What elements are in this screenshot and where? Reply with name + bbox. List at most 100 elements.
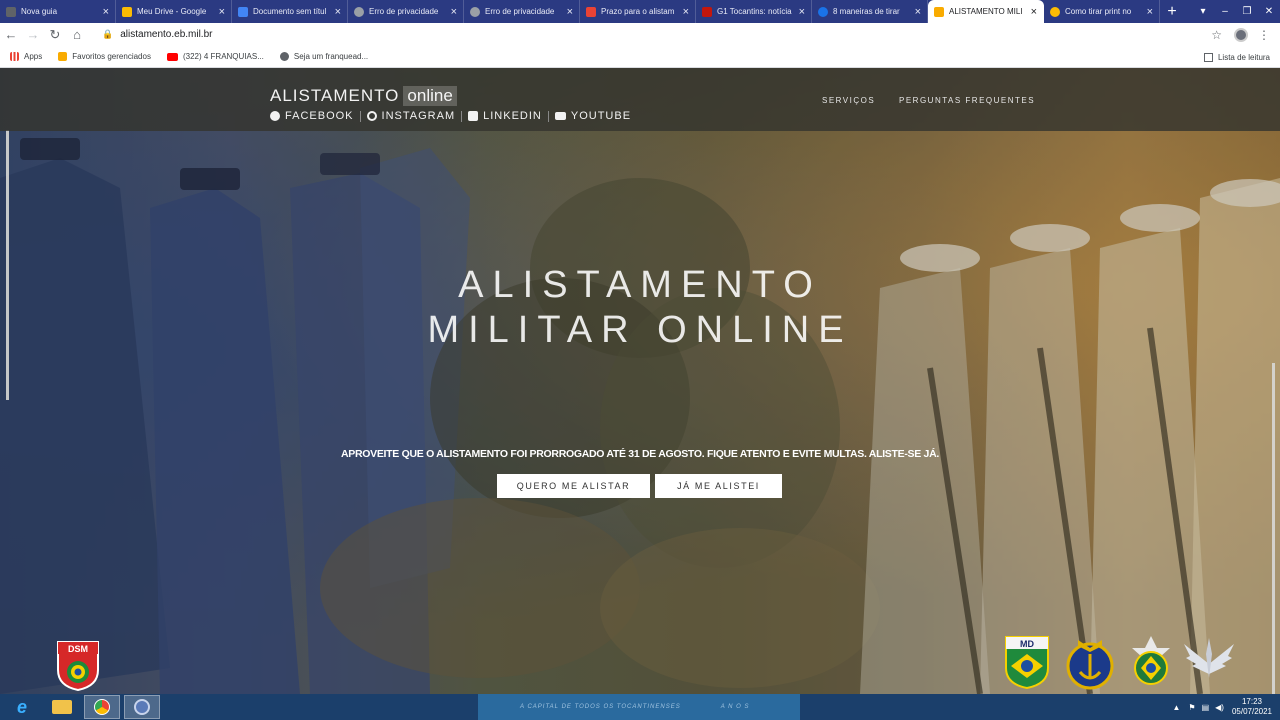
reading-list-icon (1203, 52, 1213, 62)
explorer-button[interactable] (44, 695, 80, 719)
globe-icon (279, 52, 289, 61)
md-emblem: MD (1005, 636, 1049, 690)
lock-icon[interactable]: 🔒 (102, 29, 113, 40)
tab-meu-drive[interactable]: Meu Drive - Google × (116, 0, 232, 23)
hero-title-line1: ALISTAMENTO (458, 264, 822, 306)
tab-search-icon[interactable]: ▾ (1192, 6, 1214, 17)
facebook-link[interactable]: FACEBOOK (270, 110, 354, 122)
tab-8-maneiras[interactable]: 8 maneiras de tirar × (812, 0, 928, 23)
nav-servicos[interactable]: SERVIÇOS (822, 96, 875, 105)
md-label: MD (1020, 639, 1034, 649)
site-header: ALISTAMENTO online FACEBOOK INSTAGRAM LI… (0, 68, 1280, 131)
close-icon[interactable]: × (567, 6, 573, 18)
tab-prazo[interactable]: Prazo para o alistam × (580, 0, 696, 23)
air-force-emblem (1184, 638, 1234, 678)
web-page: ALISTAMENTO online FACEBOOK INSTAGRAM LI… (0, 68, 1280, 694)
address-bar[interactable]: 🔒 alistamento.eb.mil.br (94, 25, 1184, 44)
minimize-icon[interactable]: – (1214, 6, 1236, 17)
back-icon[interactable]: ← (0, 27, 22, 42)
folder-icon (52, 700, 72, 714)
tab-g1[interactable]: G1 Tocantins: notícia × (696, 0, 812, 23)
apps-grid-icon (10, 52, 19, 61)
alistamento-icon (934, 6, 944, 17)
enlist-button[interactable]: QUERO ME ALISTAR (497, 474, 650, 498)
army-emblem (1132, 636, 1170, 685)
bookmark-franquias[interactable]: (322) 4 FRANQUIAS... (166, 52, 264, 61)
close-icon[interactable]: × (799, 6, 805, 18)
menu-kebab-icon[interactable]: ⋮ (1258, 28, 1270, 42)
tab-como-tirar[interactable]: Como tirar print no × (1044, 0, 1160, 23)
dsm-label: DSM (68, 644, 88, 654)
browser-toolbar: ← → ↻ ⌂ 🔒 alistamento.eb.mil.br ☆ ⋮ (0, 23, 1280, 46)
close-icon[interactable]: × (915, 6, 921, 18)
gmail-icon (586, 6, 596, 17)
system-tray: ▲ ⚑ ▤ ◀) 17:23 05/07/2021 (1172, 694, 1272, 720)
tab-favicon-icon (6, 6, 16, 17)
divider (547, 110, 549, 122)
site-logo[interactable]: ALISTAMENTO online (270, 86, 457, 106)
ie-icon: e (16, 696, 27, 717)
globe-icon (354, 6, 364, 17)
navy-emblem (1066, 640, 1114, 690)
new-tab-button[interactable]: + (1160, 0, 1184, 23)
url-text: alistamento.eb.mil.br (120, 29, 213, 40)
bookmark-apps[interactable]: Apps (10, 52, 42, 61)
g1-icon (702, 6, 712, 17)
close-window-icon[interactable]: ✕ (1258, 6, 1280, 17)
nav-perguntas-frequentes[interactable]: PERGUNTAS FREQUENTES (899, 96, 1035, 105)
reload-icon[interactable]: ↻ (44, 27, 66, 43)
close-icon[interactable]: × (1031, 6, 1037, 18)
close-icon[interactable]: × (451, 6, 457, 18)
close-icon[interactable]: × (335, 6, 341, 18)
volume-icon[interactable]: ◀) (1215, 703, 1224, 712)
site-icon (818, 6, 828, 17)
docs-icon (238, 6, 248, 17)
hero-title-line2: MILITAR ONLINE (427, 309, 853, 351)
globe-icon (470, 6, 480, 17)
tab-documento[interactable]: Documento sem títul × (232, 0, 348, 23)
bookmark-star-icon[interactable]: ☆ (1211, 28, 1222, 42)
app-button[interactable] (124, 695, 160, 719)
youtube-link[interactable]: YOUTUBE (554, 110, 631, 122)
dsm-emblem: DSM (57, 641, 99, 692)
forward-icon[interactable]: → (22, 27, 44, 42)
drive-icon (122, 6, 132, 17)
bookmark-franquead[interactable]: Seja um franquead... (279, 52, 368, 61)
youtube-icon (554, 112, 566, 120)
window-controls: ▾ – ❐ ✕ (1192, 0, 1280, 23)
tab-alistamento[interactable]: ALISTAMENTO MILI × (928, 0, 1044, 23)
tab-erro-2[interactable]: Erro de privacidade × (464, 0, 580, 23)
close-icon[interactable]: × (103, 6, 109, 18)
ie-button[interactable]: e (4, 695, 40, 719)
linkedin-icon (468, 111, 479, 121)
chrome-button[interactable] (84, 695, 120, 719)
home-icon[interactable]: ⌂ (66, 27, 88, 42)
instagram-link[interactable]: INSTAGRAM (366, 110, 456, 122)
tab-nova-guia[interactable]: Nova guia × (0, 0, 116, 23)
bookmark-favoritos[interactable]: Favoritos gerenciados (58, 52, 151, 61)
banner-strip: A CAPITAL DE TODOS OS TOCANTINENSES A N … (478, 694, 800, 720)
close-icon[interactable]: × (683, 6, 689, 18)
reading-list-button[interactable]: Lista de leitura (1203, 46, 1270, 68)
network-icon[interactable]: ▤ (1202, 703, 1210, 712)
app-icon (134, 699, 150, 715)
bookmarks-bar: Apps Favoritos gerenciados (322) 4 FRANQ… (0, 46, 1280, 68)
social-links: FACEBOOK INSTAGRAM LINKEDIN YOUTUBE (270, 110, 637, 122)
tab-strip: Nova guia × Meu Drive - Google × Documento… (0, 0, 1280, 23)
tab-erro-1[interactable]: Erro de privacidade × (348, 0, 464, 23)
enlistment-notice: APROVEITE QUE O ALISTAMENTO FOI PRORROGA… (341, 448, 939, 460)
site-icon (1050, 6, 1060, 17)
profile-avatar[interactable] (1234, 27, 1248, 42)
close-icon[interactable]: × (219, 6, 225, 18)
tray-expand-icon[interactable]: ▲ (1172, 703, 1180, 712)
restore-icon[interactable]: ❐ (1236, 6, 1258, 17)
chrome-icon (94, 699, 110, 715)
divider (461, 110, 463, 122)
close-icon[interactable]: × (1147, 6, 1153, 18)
youtube-icon (166, 52, 178, 61)
linkedin-link[interactable]: LINKEDIN (468, 110, 542, 122)
clock[interactable]: 17:23 05/07/2021 (1232, 697, 1272, 717)
folder-icon (58, 52, 68, 61)
flag-icon[interactable]: ⚑ (1188, 703, 1195, 712)
already-enlisted-button[interactable]: JÁ ME ALISTEI (655, 474, 782, 498)
